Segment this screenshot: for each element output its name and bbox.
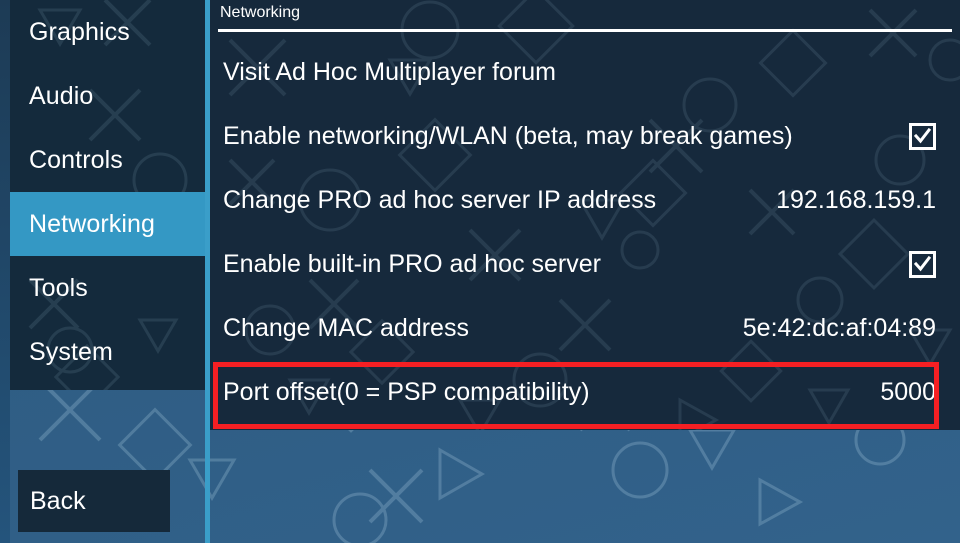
header-underline <box>218 29 952 32</box>
back-button[interactable]: Back <box>18 470 170 532</box>
sidebar-item-networking[interactable]: Networking <box>10 192 205 256</box>
sidebar-item-label: Networking <box>29 210 156 238</box>
setting-label: Enable networking/WLAN (beta, may break … <box>223 121 793 150</box>
sidebar-item-label: Audio <box>29 82 94 110</box>
ppsspp-settings-screen: Graphics Audio Controls Networking Tools… <box>0 0 960 543</box>
checkbox-checked-icon[interactable] <box>909 122 936 150</box>
setting-value: 5e:42:dc:af:04:89 <box>742 313 936 342</box>
setting-value: 5000 <box>880 377 936 406</box>
sidebar-item-audio[interactable]: Audio <box>10 64 205 128</box>
sidebar-menu-panel: Graphics Audio Controls Networking Tools… <box>10 0 205 411</box>
setting-row-visit-forum[interactable]: Visit Ad Hoc Multiplayer forum <box>210 40 960 104</box>
back-button-label: Back <box>30 487 86 515</box>
sidebar: Graphics Audio Controls Networking Tools… <box>10 0 205 543</box>
sidebar-item-controls[interactable]: Controls <box>10 128 205 192</box>
setting-row-port-offset[interactable]: Port offset(0 = PSP compatibility) 5000 <box>210 360 960 424</box>
setting-label: Visit Ad Hoc Multiplayer forum <box>223 57 556 86</box>
setting-label: Port offset(0 = PSP compatibility) <box>223 377 590 406</box>
setting-row-enable-networking[interactable]: Enable networking/WLAN (beta, may break … <box>210 104 960 168</box>
page-title: Networking <box>220 4 301 21</box>
sidebar-item-tools[interactable]: Tools <box>10 256 205 320</box>
setting-row-mac-address[interactable]: Change MAC address 5e:42:dc:af:04:89 <box>210 296 960 360</box>
setting-row-pro-server-ip[interactable]: Change PRO ad hoc server IP address 192.… <box>210 168 960 232</box>
setting-label: Change MAC address <box>223 313 469 342</box>
setting-row-builtin-pro-server[interactable]: Enable built-in PRO ad hoc server <box>210 232 960 296</box>
sidebar-item-graphics[interactable]: Graphics <box>10 0 205 64</box>
sidebar-item-label: Tools <box>29 274 88 302</box>
left-edge-rail <box>0 0 10 543</box>
setting-value: 192.168.159.1 <box>776 185 936 214</box>
sidebar-item-label: Controls <box>29 146 123 174</box>
checkbox-checked-icon[interactable] <box>909 250 936 278</box>
sidebar-item-label: Graphics <box>29 18 130 46</box>
setting-label: Change PRO ad hoc server IP address <box>223 185 657 214</box>
settings-list: Visit Ad Hoc Multiplayer forum Enable ne… <box>210 40 960 424</box>
setting-label: Enable built-in PRO ad hoc server <box>223 249 601 278</box>
sidebar-item-system[interactable]: System <box>10 320 205 384</box>
content-panel: Networking Visit Ad Hoc Multiplayer foru… <box>210 0 960 430</box>
sidebar-item-label: System <box>29 338 113 366</box>
content-header: Networking <box>210 0 960 32</box>
